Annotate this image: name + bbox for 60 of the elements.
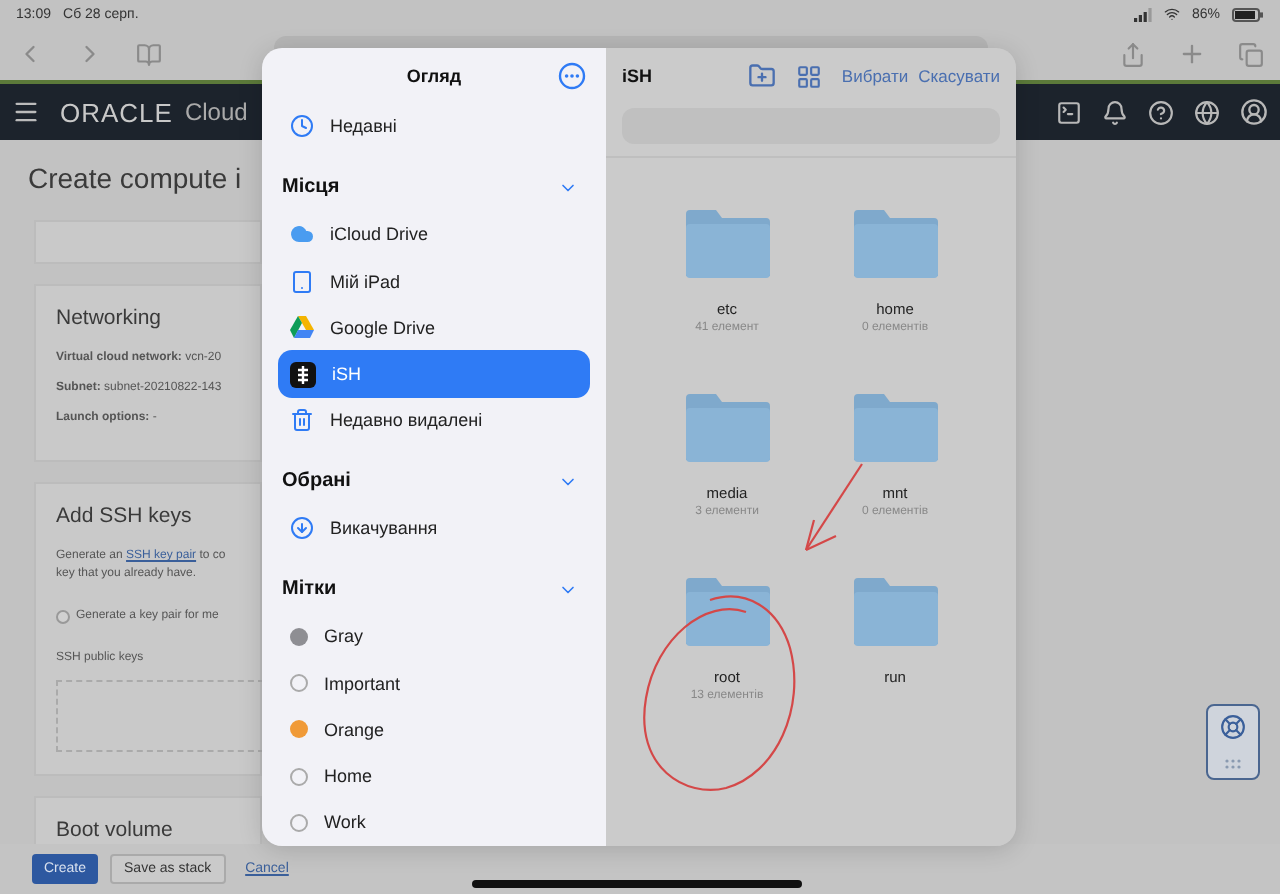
- bookmarks-icon[interactable]: [136, 41, 162, 67]
- globe-icon[interactable]: [1194, 99, 1220, 125]
- triangle-logo-icon: [290, 316, 314, 339]
- folder-icon[interactable]: [849, 390, 941, 464]
- grid-view-icon[interactable]: [795, 63, 822, 89]
- tablet-icon: [290, 269, 314, 293]
- radio-button[interactable]: [56, 610, 70, 624]
- brand-product: Cloud: [184, 98, 248, 126]
- plus-icon[interactable]: [1178, 40, 1206, 68]
- sidebar-item[interactable]: Gray: [278, 613, 590, 660]
- cloud-icon: [290, 222, 314, 247]
- folder-icon[interactable]: [849, 206, 941, 280]
- clock-icon: [290, 114, 314, 139]
- trash-icon: [290, 408, 314, 433]
- lifebuoy-icon: [1220, 714, 1246, 741]
- hand-drawn-arrow: [804, 463, 863, 552]
- more-icon[interactable]: [558, 62, 586, 90]
- sidebar-title: Огляд: [406, 65, 462, 86]
- section-heading: Обрані: [282, 469, 351, 492]
- tag-dot: [290, 813, 308, 832]
- share-icon[interactable]: [1120, 41, 1146, 67]
- sidebar-item[interactable]: iCloud Drive: [278, 211, 590, 258]
- card-title: Networking: [56, 306, 164, 330]
- signal-icon: [1133, 7, 1152, 21]
- avatar-icon[interactable]: [1240, 98, 1268, 126]
- sidebar-item[interactable]: Викачування: [278, 505, 590, 552]
- sidebar-item[interactable]: Мій iPad: [278, 257, 590, 305]
- new-folder-icon[interactable]: [747, 62, 776, 90]
- brand-logo: ORACLE: [60, 97, 173, 127]
- sidebar-item[interactable]: Work: [278, 799, 590, 846]
- card-title: Add SSH keys: [56, 504, 194, 528]
- terminal-icon[interactable]: [1056, 99, 1082, 125]
- sidebar-item[interactable]: Important: [278, 659, 590, 707]
- folder-icon[interactable]: [681, 206, 773, 280]
- tag-dot: [290, 674, 308, 693]
- sidebar-item[interactable]: iSH: [278, 350, 590, 398]
- folder-icon[interactable]: [849, 574, 941, 648]
- app-icon: [290, 361, 316, 388]
- tabs-icon[interactable]: [1238, 41, 1264, 67]
- section-heading: Місця: [282, 175, 340, 198]
- card-title: Boot volume: [56, 818, 175, 842]
- sidebar-item[interactable]: Недавні: [278, 103, 590, 150]
- help-icon[interactable]: [1148, 99, 1174, 125]
- sidebar-item[interactable]: Home: [278, 752, 590, 800]
- sidebar-item[interactable]: Orange: [278, 706, 590, 753]
- folder-icon[interactable]: [681, 574, 773, 648]
- dots-icon: [1224, 757, 1242, 770]
- folder-icon[interactable]: [681, 390, 773, 464]
- help-widget[interactable]: [1206, 704, 1260, 780]
- sidebar-item[interactable]: Google Drive: [278, 304, 590, 351]
- tag-dot: [290, 767, 308, 786]
- folder-title: iSH: [622, 66, 653, 86]
- menu-icon[interactable]: [12, 98, 40, 126]
- section-heading: Мітки: [282, 577, 337, 600]
- wifi-icon: [1163, 6, 1180, 22]
- page-title: Create compute i: [28, 160, 242, 198]
- download-icon: [290, 516, 314, 541]
- bell-icon[interactable]: [1102, 99, 1128, 125]
- sidebar-item[interactable]: Недавно видалені: [278, 397, 590, 444]
- battery-icon: [1232, 7, 1264, 21]
